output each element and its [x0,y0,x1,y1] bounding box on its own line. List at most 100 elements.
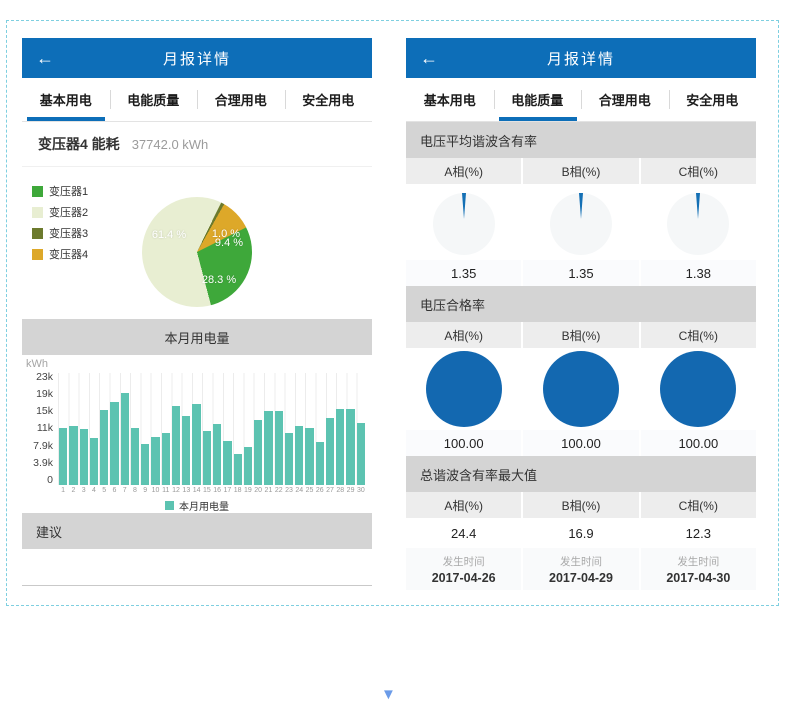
tab-safe-power[interactable]: 安全用电 [285,78,373,121]
y-tick-label: 15k [36,407,53,416]
y-tick-label: 0 [47,476,53,485]
full-pie-circle [660,351,736,427]
bar [346,409,354,485]
tab-safe-power[interactable]: 安全用电 [669,78,757,121]
down-triangle-icon: ▼ [381,686,396,703]
x-tick-label: 3 [79,485,89,497]
phase-header-b: B相(%) [523,158,638,184]
bar-yaxis: 23k19k15k11k7.9k3.9k0 [22,373,58,485]
max-harmonic-value-row: 24.4 16.9 12.3 [406,518,756,548]
x-tick-label: 13 [181,485,191,497]
active-tab-underline [27,117,105,121]
bar [285,433,293,485]
legend-swatch [32,228,43,239]
bar [131,428,139,485]
occurrence-time-b: 发生时间 2017-04-29 [523,548,638,590]
legend-item: 变压器3 [32,225,88,241]
transformer-pie-section: 变压器1 变压器2 变压器3 变压器4 61.4 % 1.0 % 9.4 % [22,167,372,319]
phase-header-row: A相(%) B相(%) C相(%) [406,322,756,348]
harmonic-value-a: 1.35 [406,260,521,286]
tab-power-quality[interactable]: 电能质量 [110,78,198,121]
bar [172,406,180,485]
section-header-month-usage: 本月用电量 [22,319,372,355]
max-harmonic-value-b: 16.9 [523,518,638,548]
section-header-suggestion: 建议 [22,513,372,549]
y-axis-unit-label: kWh [22,355,372,373]
y-tick-label: 11k [37,424,53,433]
x-tick-label: 5 [99,485,109,497]
harmonic-gauge-a [406,184,521,260]
bar [141,444,149,485]
bar [357,423,365,485]
occurrence-date: 2017-04-26 [432,571,496,585]
legend-item: 变压器4 [32,246,88,262]
tab-basic-power[interactable]: 基本用电 [406,78,494,121]
transformer-energy-row: 变压器4 能耗 37742.0 kWh [22,122,372,167]
page: ← 月报详情 基本用电 电能质量 合理用电 安全用电 变压器4 能耗 37742… [0,0,787,720]
occurrence-date: 2017-04-30 [666,571,730,585]
tab-reasonable-power[interactable]: 合理用电 [581,78,669,121]
occurrence-time-c: 发生时间 2017-04-30 [641,548,756,590]
suggestion-content-empty [22,549,372,586]
bar [275,411,283,485]
gauge-circle [667,193,729,255]
tab-bar: 基本用电 电能质量 合理用电 安全用电 [22,78,372,122]
bar [192,404,200,485]
x-tick-label: 10 [150,485,160,497]
x-tick-label: 11 [161,485,171,497]
x-tick-label: 18 [233,485,243,497]
phase-header-b: B相(%) [523,322,638,348]
bar [110,402,118,485]
daily-usage-bar-chart: 23k19k15k11k7.9k3.9k0 123456789101112131… [22,373,372,497]
legend-swatch [32,249,43,260]
screen-basic-power: ← 月报详情 基本用电 电能质量 合理用电 安全用电 变压器4 能耗 37742… [22,38,372,586]
max-harmonic-value-c: 12.3 [641,518,756,548]
phase-header-a: A相(%) [406,158,521,184]
legend-swatch [32,186,43,197]
transformer-energy-label: 变压器4 能耗 [38,134,120,154]
bar [80,429,88,485]
back-arrow-icon[interactable]: ← [36,49,54,67]
phase-header-row: A相(%) B相(%) C相(%) [406,158,756,184]
x-tick-label: 2 [68,485,78,497]
x-tick-label: 4 [89,485,99,497]
bar [336,409,344,485]
x-tick-label: 24 [294,485,304,497]
x-tick-label: 25 [304,485,314,497]
tab-bar: 基本用电 电能质量 合理用电 安全用电 [406,78,756,122]
tab-reasonable-power[interactable]: 合理用电 [197,78,285,121]
occurrence-time-label: 发生时间 [443,554,485,569]
qualified-circle-row [406,348,756,430]
harmonic-gauge-row [406,184,756,260]
x-tick-label: 1 [58,485,68,497]
bar [234,454,242,485]
bar [151,437,159,485]
bar-legend-swatch [165,501,174,510]
bar [203,431,211,485]
occurrence-time-label: 发生时间 [677,554,719,569]
phase-header-c: C相(%) [641,322,756,348]
x-tick-label: 19 [243,485,253,497]
page-title: 月报详情 [22,48,372,69]
full-pie-circle [426,351,502,427]
bar [59,428,67,485]
x-tick-label: 27 [325,485,335,497]
x-tick-label: 8 [130,485,140,497]
bar [295,426,303,485]
x-tick-label: 17 [222,485,232,497]
transformer-energy-value: 37742.0 kWh [132,137,209,152]
legend-label: 变压器1 [49,183,88,199]
tab-basic-power[interactable]: 基本用电 [22,78,110,121]
back-arrow-icon[interactable]: ← [420,49,438,67]
bar [316,442,324,485]
bar [121,393,129,486]
x-tick-label: 21 [263,485,273,497]
legend-item: 变压器2 [32,204,88,220]
bar [90,438,98,485]
qualified-value-row: 100.00 100.00 100.00 [406,430,756,456]
section-header-avg-harmonic: 电压平均谐波含有率 [406,122,756,158]
tab-power-quality[interactable]: 电能质量 [494,78,582,121]
bar [244,447,252,485]
qualified-circle-b [523,348,638,430]
legend-label: 变压器4 [49,246,88,262]
